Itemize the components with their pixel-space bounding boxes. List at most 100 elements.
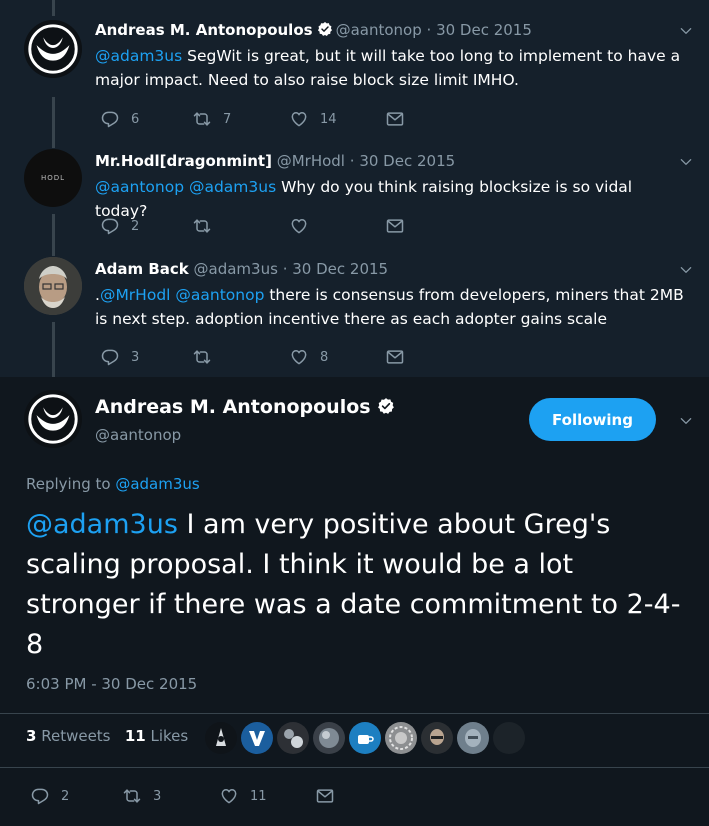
dm-button[interactable] xyxy=(315,786,335,806)
avatar[interactable] xyxy=(24,20,82,78)
dm-button[interactable] xyxy=(385,216,405,236)
like-button[interactable]: 14 xyxy=(289,109,337,129)
liker-avatar[interactable] xyxy=(421,722,453,754)
like-count: 11 xyxy=(250,788,267,804)
profile-logo-icon xyxy=(24,20,82,78)
dm-button[interactable] xyxy=(385,347,405,367)
tweet-header: Adam Back @adam3us · 30 Dec 2015 xyxy=(95,260,388,278)
author-name[interactable]: Mr.Hodl[dragonmint] xyxy=(95,152,272,170)
retweet-icon xyxy=(192,347,212,367)
verified-icon xyxy=(317,21,333,37)
mention-link[interactable]: @adam3us xyxy=(26,509,178,540)
reply-count: 3 xyxy=(131,349,140,365)
focused-tweet-text: @adam3us I am very positive about Greg's… xyxy=(26,505,686,665)
reply-button[interactable]: 2 xyxy=(30,786,69,806)
separator: · xyxy=(349,152,355,170)
reply-count: 2 xyxy=(61,788,70,804)
likes-stat[interactable]: 11 Likes xyxy=(125,727,188,745)
author-handle[interactable]: @aantonop xyxy=(336,21,422,39)
liker-avatar[interactable] xyxy=(313,722,345,754)
profile-logo-icon xyxy=(24,390,82,448)
engagement-stats: 3 Retweets 11 Likes xyxy=(26,727,188,745)
tweet-text: .@MrHodl @aantonop there is consensus fr… xyxy=(95,283,685,331)
tweet-date[interactable]: 30 Dec 2015 xyxy=(436,21,532,39)
focused-author-handle[interactable]: @aantonop xyxy=(95,426,181,444)
chevron-down-icon[interactable] xyxy=(679,155,693,169)
reply-button[interactable]: 3 xyxy=(100,347,139,367)
dm-icon xyxy=(385,216,405,236)
author-name[interactable]: Adam Back xyxy=(95,260,189,278)
liker-avatar[interactable] xyxy=(457,722,489,754)
like-button[interactable]: 8 xyxy=(289,347,328,367)
thread-tweet[interactable]: Adam Back @adam3us · 30 Dec 2015 .@MrHod… xyxy=(0,245,709,377)
mention-link[interactable]: @adam3us xyxy=(95,47,182,65)
like-count: 8 xyxy=(320,349,329,365)
retweet-button[interactable]: 3 xyxy=(122,786,161,806)
retweet-icon xyxy=(192,109,212,129)
liker-avatar[interactable] xyxy=(493,722,525,754)
like-icon xyxy=(289,216,309,236)
focused-author-name-row: Andreas M. Antonopoulos xyxy=(95,396,398,418)
divider xyxy=(0,713,709,714)
like-icon xyxy=(289,347,309,367)
retweet-label: Retweets xyxy=(41,727,111,745)
dm-icon xyxy=(385,347,405,367)
reply-icon xyxy=(100,109,120,129)
replying-to: Replying to @adam3us xyxy=(26,475,200,493)
reply-button[interactable]: 6 xyxy=(100,109,139,129)
focused-author-name[interactable]: Andreas M. Antonopoulos xyxy=(95,396,371,418)
separator: · xyxy=(426,21,432,39)
tweet-timestamp[interactable]: 6:03 PM - 30 Dec 2015 xyxy=(26,675,197,693)
dm-button[interactable] xyxy=(385,109,405,129)
retweet-button[interactable]: 7 xyxy=(192,109,231,129)
reply-icon xyxy=(30,786,50,806)
chevron-down-icon[interactable] xyxy=(679,24,693,38)
retweet-total: 3 xyxy=(26,727,37,745)
tweet-date[interactable]: 30 Dec 2015 xyxy=(292,260,388,278)
tweet-header: Mr.Hodl[dragonmint] @MrHodl · 30 Dec 201… xyxy=(95,152,455,170)
tweet-date[interactable]: 30 Dec 2015 xyxy=(359,152,455,170)
replying-label: Replying to xyxy=(26,475,116,493)
retweet-count: 3 xyxy=(153,788,162,804)
like-button[interactable]: 11 xyxy=(219,786,267,806)
chevron-down-icon[interactable] xyxy=(679,414,693,428)
reply-icon xyxy=(100,347,120,367)
dm-icon xyxy=(385,109,405,129)
retweet-button[interactable] xyxy=(192,216,212,236)
tweet-text: @adam3us SegWit is great, but it will ta… xyxy=(95,44,685,92)
like-button[interactable] xyxy=(289,216,309,236)
focused-avatar[interactable] xyxy=(24,390,82,448)
following-button[interactable]: Following xyxy=(529,398,656,441)
retweet-button[interactable] xyxy=(192,347,212,367)
thread-tweet[interactable]: Andreas M. Antonopoulos @aantonop · 30 De… xyxy=(0,0,709,137)
liker-avatar[interactable] xyxy=(277,722,309,754)
mention-link[interactable]: @MrHodl @aantonop xyxy=(100,286,264,304)
retweet-count: 7 xyxy=(223,111,232,127)
avatar-hodl-text: HODL xyxy=(40,174,66,182)
divider xyxy=(0,767,709,768)
liker-avatar[interactable] xyxy=(349,722,381,754)
liker-avatar[interactable] xyxy=(385,722,417,754)
author-handle[interactable]: @MrHodl xyxy=(277,152,345,170)
chevron-down-icon[interactable] xyxy=(679,263,693,277)
author-name[interactable]: Andreas M. Antonopoulos xyxy=(95,21,313,39)
avatar[interactable] xyxy=(24,257,82,315)
avatar[interactable]: HODL xyxy=(24,149,82,207)
reply-count: 2 xyxy=(131,218,140,234)
replying-to-link[interactable]: @adam3us xyxy=(115,475,199,493)
thread-tweet[interactable]: HODL Mr.Hodl[dragonmint] @MrHodl · 30 De… xyxy=(0,137,709,245)
reply-button[interactable]: 2 xyxy=(100,216,139,236)
retweet-icon xyxy=(192,216,212,236)
verified-icon xyxy=(377,397,395,415)
author-handle[interactable]: @adam3us xyxy=(194,260,278,278)
like-icon xyxy=(219,786,239,806)
retweets-stat[interactable]: 3 Retweets xyxy=(26,727,111,745)
mention-link[interactable]: @aantonop @adam3us xyxy=(95,178,276,196)
retweet-icon xyxy=(122,786,142,806)
like-icon xyxy=(289,109,309,129)
liker-avatar[interactable] xyxy=(205,722,237,754)
person-photo-icon xyxy=(24,257,82,315)
liker-avatar[interactable] xyxy=(241,722,273,754)
like-count: 14 xyxy=(320,111,337,127)
like-label: Likes xyxy=(150,727,189,745)
